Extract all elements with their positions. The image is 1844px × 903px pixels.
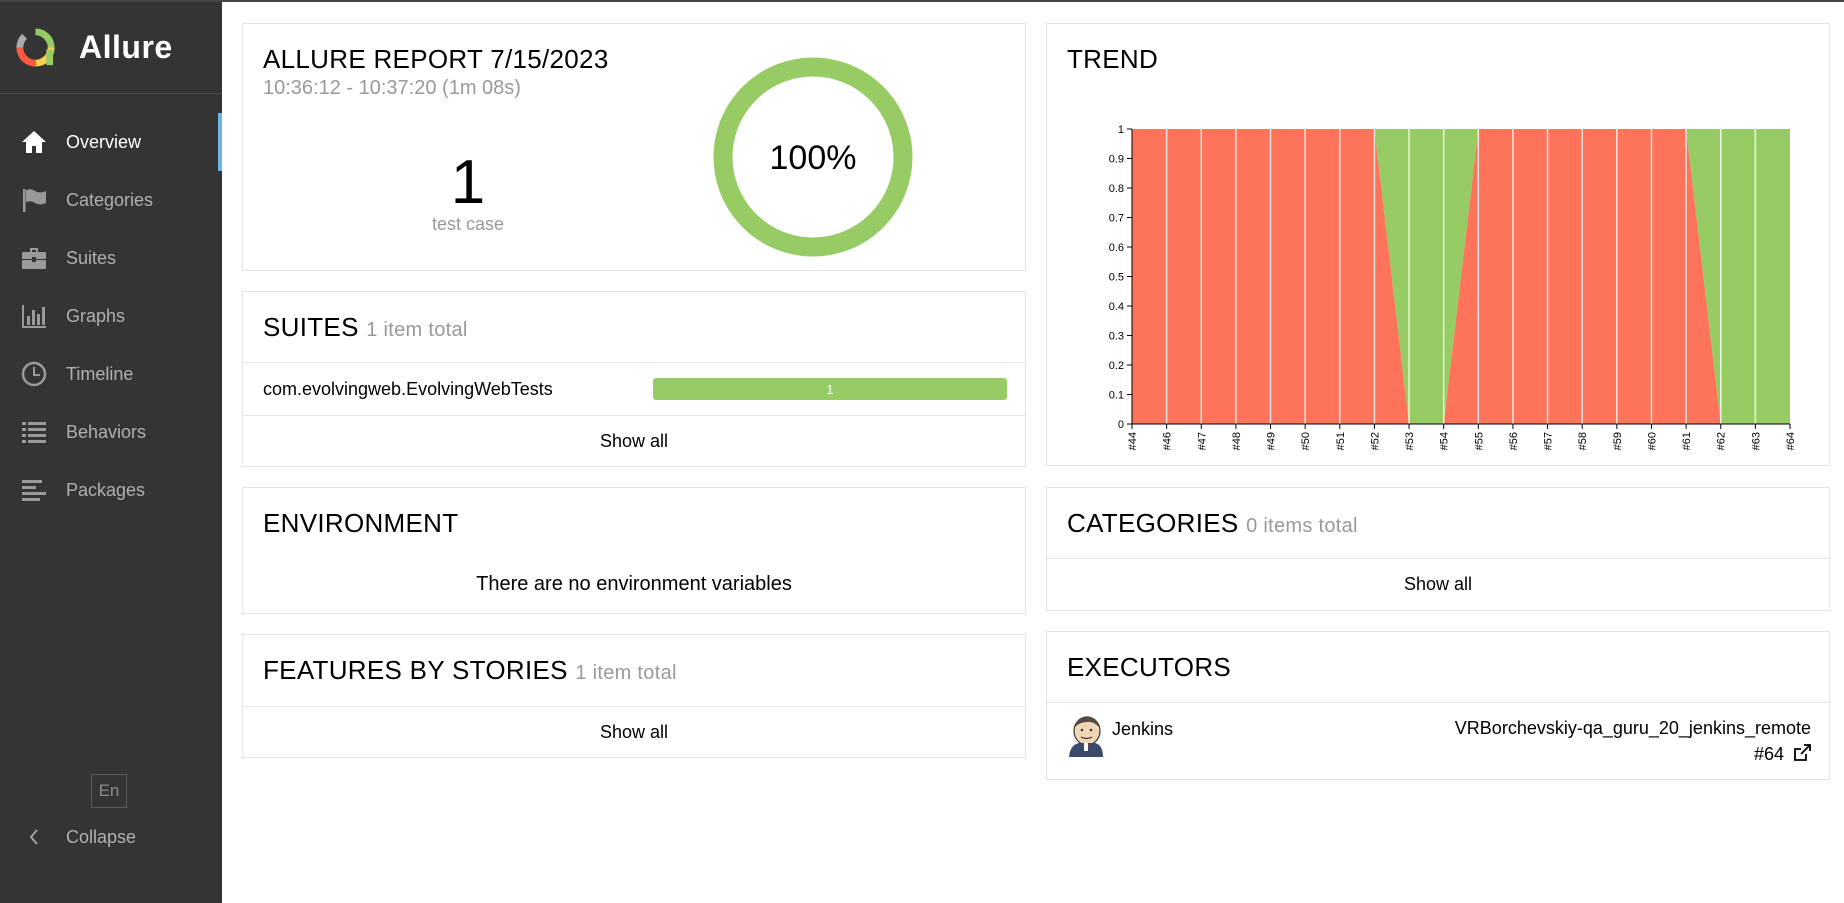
trend-x-tick-label: #58 [1577, 432, 1589, 450]
trend-x-tick-label: #46 [1162, 432, 1174, 450]
external-link-icon [1794, 744, 1811, 761]
trend-chart[interactable]: 0 0.1 0.2 0.3 0.4 0.5 0.6 0.7 0.8 0.9 1 #44 #46 #47 #4… [1047, 84, 1829, 466]
flag-icon [20, 186, 48, 214]
sidebar: Allure Overview Categories Suites Graphs [0, 2, 222, 903]
trend-x-tick-label: #44 [1127, 432, 1139, 450]
collapse-label: Collapse [66, 826, 137, 847]
trend-y-tick-label: 0.4 [1109, 301, 1124, 313]
sidebar-item-packages[interactable]: Packages [0, 461, 222, 519]
trend-x-tick-label: #64 [1785, 432, 1797, 450]
align-left-icon [20, 476, 48, 504]
trend-y-tick-label: 0.8 [1109, 183, 1124, 195]
chevron-left-icon [29, 829, 38, 845]
trend-y-tick-label: 1 [1118, 124, 1124, 136]
sidebar-item-label: Overview [66, 131, 142, 152]
sidebar-item-timeline[interactable]: Timeline [0, 345, 222, 403]
executors-title: EXECUTORS [1067, 652, 1232, 682]
trend-y-tick-label: 0.1 [1109, 390, 1124, 402]
trend-x-tick-label: #57 [1543, 432, 1555, 450]
trend-x-tick-label: #54 [1439, 432, 1451, 450]
suite-row[interactable]: com.evolvingweb.EvolvingWebTests 1 [243, 363, 1025, 415]
sidebar-item-label: Suites [66, 247, 117, 268]
trend-x-tick-label: #62 [1716, 432, 1728, 450]
sidebar-item-label: Behaviors [66, 421, 147, 442]
sidebar-item-overview[interactable]: Overview [0, 113, 222, 171]
trend-y-tick-label: 0.9 [1109, 154, 1124, 166]
clock-icon [20, 360, 48, 388]
test-case-count: 1 [450, 148, 486, 217]
executor-build-name: VRBorchevskiy-qa_guru_20_jenkins_remote [1454, 718, 1811, 738]
list-icon [20, 418, 48, 446]
trend-x-tick-label: #52 [1369, 432, 1381, 450]
categories-show-all-button[interactable]: Show all [1047, 559, 1829, 610]
trend-x-tick-label: #61 [1681, 432, 1693, 450]
suites-widget: SUITES 1 item total com.evolvingweb.Evol… [242, 291, 1026, 467]
sidebar-item-label: Graphs [66, 305, 126, 326]
jenkins-avatar-icon [1069, 716, 1103, 757]
allure-logo-icon [16, 28, 55, 67]
sidebar-item-graphs[interactable]: Graphs [0, 287, 222, 345]
categories-subtitle: 0 items total [1246, 515, 1358, 537]
executors-widget: EXECUTORS Jenkins VRBorchevskiy-qa_guru_… [1046, 631, 1830, 780]
sidebar-nav: Overview Categories Suites Graphs Timeli… [0, 113, 222, 519]
sidebar-item-behaviors[interactable]: Behaviors [0, 403, 222, 461]
trend-x-tick-label: #50 [1300, 432, 1312, 450]
bar-chart-icon [20, 302, 48, 330]
language-button[interactable]: En [91, 774, 127, 808]
trend-y-tick-label: 0.6 [1109, 242, 1124, 254]
environment-widget: ENVIRONMENT There are no environment var… [242, 487, 1026, 614]
suites-subtitle: 1 item total [366, 319, 468, 341]
briefcase-icon [20, 244, 48, 272]
executor-row: Jenkins VRBorchevskiy-qa_guru_20_jenkins… [1047, 703, 1829, 767]
executor-build-number: #64 [1753, 744, 1784, 764]
trend-y-tick-label: 0.3 [1109, 331, 1124, 343]
sidebar-item-suites[interactable]: Suites [0, 229, 222, 287]
app-name: Allure [79, 29, 173, 65]
suites-header: SUITES 1 item total [243, 292, 1025, 362]
environment-title: ENVIRONMENT [263, 508, 459, 538]
sidebar-item-label: Categories [66, 189, 154, 210]
features-header: FEATURES BY STORIES 1 item total [243, 635, 1025, 706]
summary-widget: ALLURE REPORT 7/15/2023 10:36:12 - 10:37… [242, 23, 1026, 271]
trend-x-tick-label: #47 [1196, 432, 1208, 450]
trend-x-tick-label: #60 [1646, 432, 1658, 450]
sidebar-item-label: Packages [66, 479, 146, 500]
brand[interactable]: Allure [0, 2, 222, 94]
features-widget: FEATURES BY STORIES 1 item total Show al… [242, 634, 1026, 758]
suite-name: com.evolvingweb.EvolvingWebTests [263, 378, 553, 399]
suite-status-bar[interactable]: 1 [653, 378, 1007, 400]
trend-title: TREND [1067, 44, 1159, 74]
trend-y-tick-label: 0.7 [1109, 213, 1124, 225]
features-title: FEATURES BY STORIES [263, 655, 568, 685]
trend-x-tick-label: #55 [1473, 432, 1485, 450]
environment-empty-text: There are no environment variables [476, 573, 792, 595]
pass-rate-percent: 100% [770, 139, 857, 177]
features-subtitle: 1 item total [575, 662, 677, 684]
executor-name: Jenkins [1112, 719, 1174, 739]
features-show-all-button[interactable]: Show all [243, 707, 1025, 758]
trend-x-tick-label: #59 [1612, 432, 1624, 450]
sidebar-item-categories[interactable]: Categories [0, 171, 222, 229]
trend-widget: TREND 0 0.1 0.2 0.3 0.4 0.5 0.6 0.7 0.8 0.9 1 #44 #4… [1046, 23, 1830, 466]
suites-title: SUITES [263, 312, 359, 342]
trend-x-tick-label: #51 [1335, 432, 1347, 450]
categories-widget: CATEGORIES 0 items total Show all [1046, 487, 1830, 611]
pass-rate-donut[interactable]: 100% [713, 57, 913, 257]
sidebar-item-label: Timeline [66, 363, 134, 384]
trend-x-tick-label: #48 [1231, 432, 1243, 450]
home-icon [20, 128, 48, 156]
test-case-label: test case [431, 214, 505, 234]
categories-header: CATEGORIES 0 items total [1047, 488, 1829, 558]
trend-x-tick-label: #63 [1750, 432, 1762, 450]
collapse-button[interactable]: Collapse [20, 820, 136, 854]
trend-y-tick-label: 0.5 [1109, 272, 1124, 284]
trend-x-tick-label: #56 [1508, 432, 1520, 450]
trend-x-tick-label: #53 [1404, 432, 1416, 450]
executor-build-link[interactable]: VRBorchevskiy-qa_guru_20_jenkins_remote … [1455, 715, 1811, 767]
trend-y-tick-label: 0.2 [1109, 360, 1124, 372]
categories-title: CATEGORIES [1067, 508, 1239, 538]
suites-show-all-button[interactable]: Show all [243, 416, 1025, 467]
trend-x-tick-label: #49 [1266, 432, 1278, 450]
trend-y-tick-label: 0 [1118, 419, 1124, 431]
